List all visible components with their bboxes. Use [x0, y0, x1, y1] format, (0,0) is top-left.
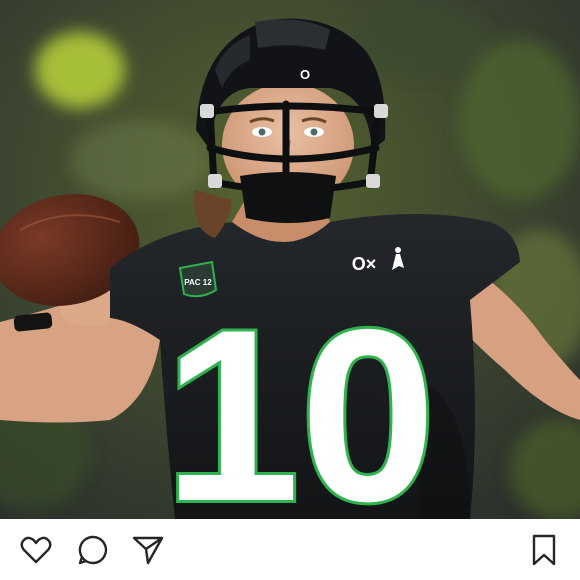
paper-plane-icon[interactable] — [131, 533, 165, 567]
heart-outline-icon[interactable] — [19, 533, 53, 567]
post-action-bar — [0, 519, 580, 580]
jersey-number: 10 — [164, 278, 437, 519]
instagram-post: O PAC 12 O× 10 — [0, 0, 580, 580]
speech-bubble-icon[interactable] — [76, 533, 110, 567]
helmet-logo: O — [300, 67, 310, 82]
chest-logo: O× — [352, 254, 377, 274]
chin-strap — [240, 172, 336, 223]
post-photo[interactable]: O PAC 12 O× 10 — [0, 0, 580, 519]
bookmark-outline-icon[interactable] — [527, 533, 561, 567]
